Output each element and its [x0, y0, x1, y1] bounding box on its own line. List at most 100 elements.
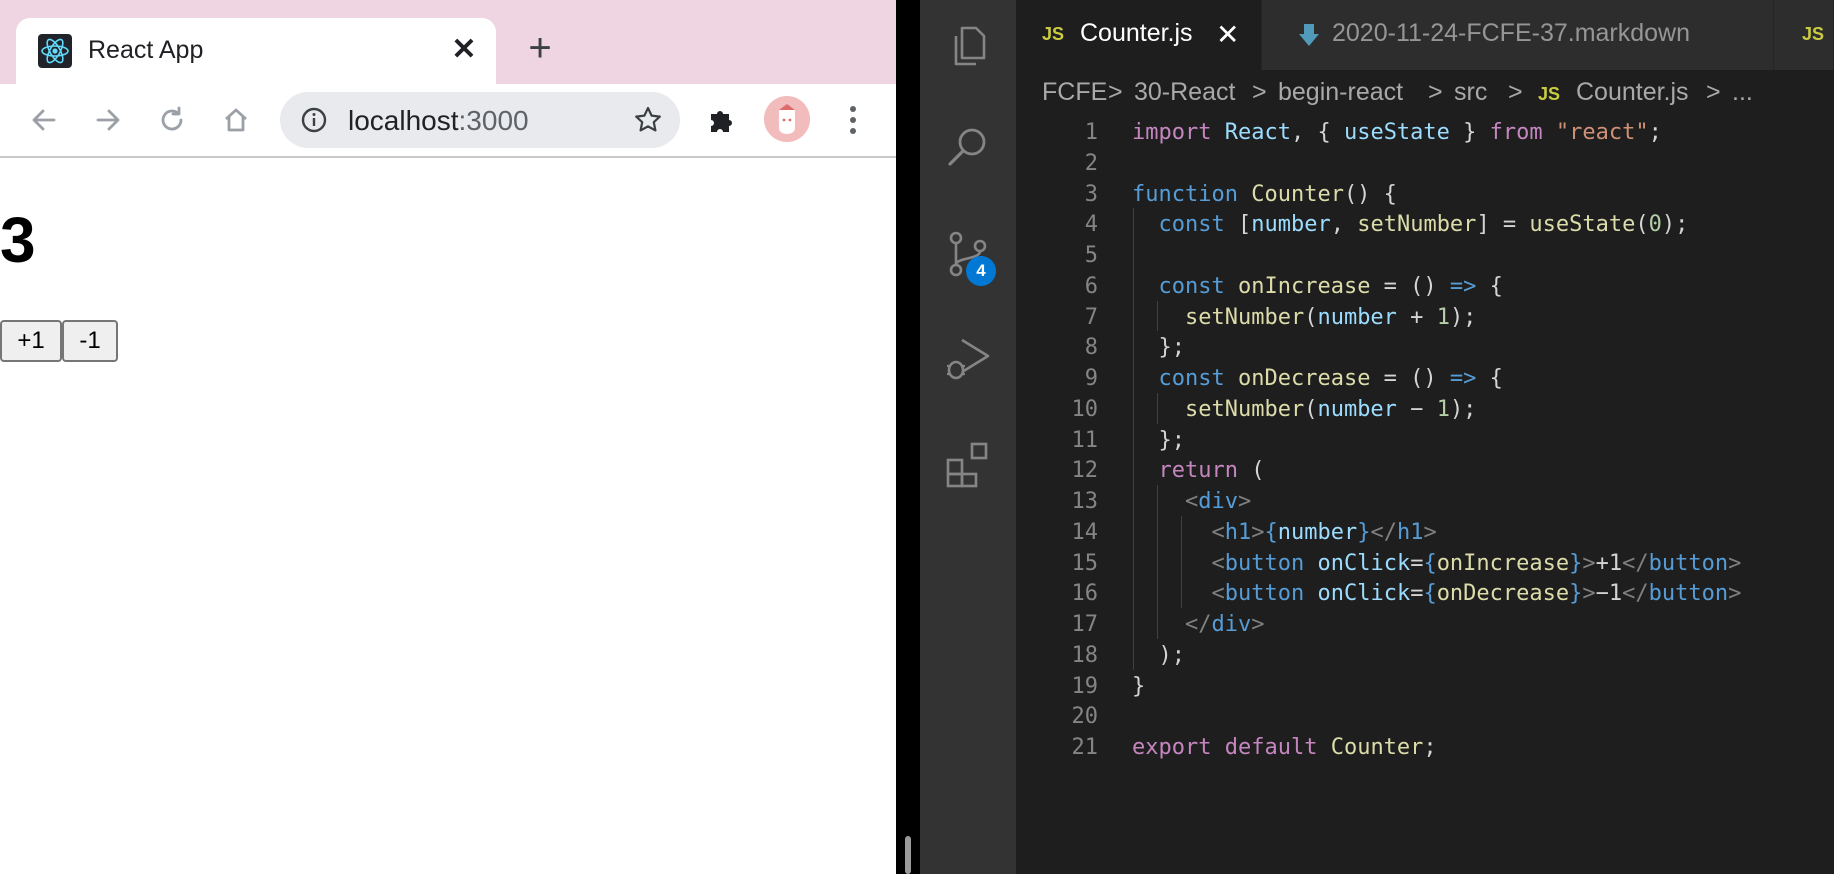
code-token: ); — [1132, 642, 1185, 668]
address-bar[interactable]: localhost:3000 — [280, 92, 680, 148]
code-token: </ — [1370, 519, 1397, 545]
split-divider[interactable] — [896, 0, 920, 874]
code-token: React — [1224, 120, 1291, 145]
info-icon[interactable] — [300, 106, 328, 134]
code-text: }; — [1132, 335, 1185, 360]
explorer-files-icon[interactable] — [942, 20, 994, 72]
decrement-button[interactable]: -1 — [62, 320, 118, 362]
code-token: Counter — [1330, 735, 1424, 760]
close-icon[interactable]: ✕ — [1216, 20, 1239, 50]
code-token: ( — [1304, 396, 1318, 422]
browser-tab[interactable]: React App ✕ — [16, 18, 496, 84]
back-arrow-icon[interactable] — [24, 100, 64, 140]
code-token: default — [1224, 735, 1318, 760]
scrollbar-thumb[interactable] — [905, 836, 911, 874]
breadcrumb-separator: > — [1706, 78, 1721, 106]
code-token: import — [1132, 120, 1212, 145]
js-file-icon: JS — [1042, 24, 1065, 44]
line-number: 16 — [1071, 581, 1099, 607]
breadcrumb-item[interactable]: begin-react — [1278, 78, 1403, 107]
more-menu-icon[interactable] — [838, 100, 868, 140]
search-icon[interactable] — [942, 122, 994, 174]
code-token: button — [1224, 550, 1305, 576]
code-text: const onIncrease = () => { — [1132, 274, 1503, 299]
code-text: return ( — [1132, 458, 1265, 484]
code-token: Counter — [1251, 181, 1344, 207]
line-number: 15 — [1071, 550, 1099, 576]
code-token: ); — [1449, 396, 1477, 422]
code-text: export default Counter; — [1132, 735, 1437, 760]
line-number: 7 — [1084, 304, 1098, 330]
code-token: > — [1251, 519, 1265, 545]
breadcrumb-item[interactable]: ... — [1732, 78, 1753, 107]
code-token: { — [1476, 273, 1503, 299]
indent-guide — [1157, 485, 1158, 639]
breadcrumb-separator: > — [1252, 78, 1267, 106]
counter-value: 3 — [0, 204, 36, 276]
breadcrumb-item[interactable]: Counter.js — [1576, 78, 1689, 107]
code-line[interactable]: 21 export default Counter; — [1016, 731, 1834, 767]
close-icon[interactable]: ✕ — [446, 32, 482, 68]
code-text: ); — [1132, 643, 1185, 668]
code-token: ( — [1237, 458, 1265, 484]
indent-guide — [1157, 300, 1158, 332]
code-token: div — [1211, 612, 1252, 637]
code-token: button — [1648, 550, 1729, 576]
tab-title: React App — [88, 36, 204, 64]
code-token: = — [1410, 581, 1424, 607]
line-number: 21 — [1071, 735, 1099, 760]
extensions-puzzle-icon[interactable] — [704, 102, 740, 138]
line-number: 20 — [1071, 704, 1099, 730]
code-token: </ — [1622, 550, 1649, 576]
breadcrumb-item[interactable]: src — [1454, 78, 1487, 107]
code-text: <h1>{number}</h1> — [1132, 519, 1437, 545]
line-number: 18 — [1071, 642, 1099, 668]
reload-icon[interactable] — [152, 100, 192, 140]
forward-arrow-icon[interactable] — [88, 100, 128, 140]
code-token: number — [1317, 396, 1397, 422]
code-token: onIncrease — [1436, 550, 1570, 576]
bookmark-star-icon[interactable] — [632, 104, 664, 136]
code-token: button — [1648, 581, 1729, 607]
code-text: const [number, setNumber] = useState(0); — [1132, 212, 1689, 238]
code-token: > — [1582, 581, 1596, 607]
code-token: > — [1423, 519, 1437, 545]
code-text: } — [1132, 674, 1145, 699]
url-text: localhost:3000 — [348, 105, 529, 137]
profile-avatar[interactable] — [764, 96, 810, 142]
code-token: < — [1211, 581, 1225, 607]
editor-tab-overflow[interactable]: JS — [1774, 0, 1834, 70]
code-token: > — [1582, 550, 1596, 576]
code-token: useState — [1529, 212, 1636, 238]
home-icon[interactable] — [216, 100, 256, 140]
editor-tab-counter-js[interactable]: JS Counter.js ✕ — [1016, 0, 1262, 70]
extensions-icon[interactable] — [942, 438, 994, 490]
code-text: <button onClick={onDecrease}>−1</button> — [1132, 581, 1741, 606]
editor-tab-markdown[interactable]: 2020-11-24-FCFE-37.markdown — [1262, 0, 1774, 70]
code-token: +1 — [1595, 550, 1623, 576]
code-token: } — [1569, 581, 1583, 607]
line-number: 9 — [1084, 366, 1098, 391]
new-tab-button[interactable]: + — [524, 28, 556, 68]
code-token: onClick — [1317, 550, 1411, 576]
increment-button[interactable]: +1 — [0, 320, 62, 362]
code-token: ; — [1423, 735, 1437, 760]
line-number: 2 — [1084, 150, 1098, 176]
indent-guide — [1157, 392, 1158, 424]
code-token: } — [1569, 550, 1583, 576]
code-text: }; — [1132, 428, 1185, 453]
run-debug-icon[interactable] — [942, 332, 994, 384]
editor-tabbar: JS Counter.js ✕ 2020-11-24-FCFE-37.markd… — [1016, 0, 1834, 70]
breadcrumb-item[interactable]: 30-React — [1134, 78, 1235, 107]
code-editor[interactable]: 1 import React, { useState } from "react"… — [1016, 116, 1834, 874]
code-token: export — [1132, 735, 1212, 760]
line-number: 13 — [1071, 489, 1099, 514]
breadcrumb-item[interactable]: FCFE — [1042, 78, 1107, 107]
